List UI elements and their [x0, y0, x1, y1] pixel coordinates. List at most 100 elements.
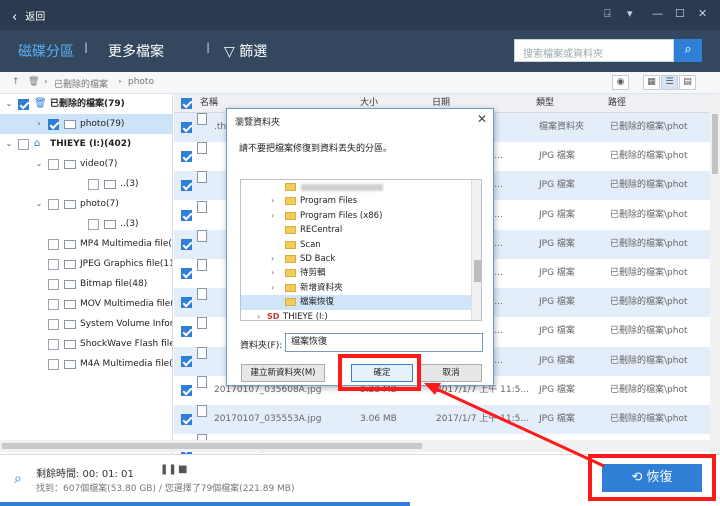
menu-icon[interactable]: ▾ [627, 7, 633, 20]
up-arrow-icon[interactable]: ↑ [12, 77, 20, 87]
chevron-down-icon[interactable]: ⌄ [34, 194, 44, 214]
grid-view-icon[interactable]: ▦ [643, 75, 660, 90]
tree-checkbox[interactable] [48, 199, 59, 210]
tree-item[interactable]: ShockWave Flash file(1 [0, 334, 172, 354]
chevron-down-icon[interactable]: ⌄ [4, 94, 14, 114]
dialog-tree-item[interactable] [241, 180, 471, 194]
dialog-tree-item[interactable]: › Program Files (x86) [241, 209, 471, 223]
tree-checkbox[interactable] [88, 179, 99, 190]
row-checkbox[interactable] [181, 326, 192, 338]
tab-disk-partition[interactable]: 磁碟分區 [18, 41, 74, 61]
stop-button[interactable]: ■ [178, 464, 187, 475]
dialog-tree-item[interactable]: › 新增資料夾 [241, 281, 471, 295]
row-checkbox[interactable] [181, 151, 192, 163]
scroll-thumb[interactable] [2, 443, 422, 449]
tree-checkbox[interactable] [48, 259, 59, 270]
dialog-tree-item[interactable]: › Program Files [241, 194, 471, 208]
row-checkbox[interactable] [181, 209, 192, 221]
detail-view-icon[interactable]: ▤ [679, 75, 696, 90]
tree-item[interactable]: ⌄ 🗑 已刪除的檔案(79) [0, 94, 172, 114]
tree-item[interactable]: › photo(79) [0, 114, 172, 134]
pause-button[interactable]: ❚❚ [160, 464, 177, 475]
tree-checkbox[interactable] [48, 239, 59, 250]
chevron-right-icon[interactable]: › [271, 281, 274, 295]
dialog-tree-item[interactable]: › 待剪輯 [241, 266, 471, 280]
maximize-button[interactable]: ☐ [675, 7, 685, 20]
tree-checkbox[interactable] [88, 219, 99, 230]
horizontal-scrollbar[interactable] [0, 440, 710, 452]
row-checkbox[interactable] [181, 268, 192, 279]
tree-item[interactable]: MOV Multimedia file(3 [0, 294, 172, 314]
row-checkbox[interactable] [181, 355, 192, 367]
vertical-scrollbar[interactable] [710, 94, 720, 454]
new-folder-button[interactable]: 建立新資料夾(M) [241, 364, 325, 382]
dialog-tree-item[interactable]: › SD Back [241, 252, 471, 266]
tree-checkbox[interactable] [48, 119, 59, 130]
tree-checkbox[interactable] [48, 299, 59, 310]
tree-checkbox[interactable] [18, 99, 29, 110]
chevron-right-icon[interactable]: › [34, 114, 44, 134]
row-checkbox[interactable] [181, 122, 192, 133]
tab-more-files[interactable]: 更多檔案 [108, 41, 164, 61]
breadcrumb-item-deleted[interactable]: 已刪除的檔案 [54, 77, 108, 90]
folder-field[interactable]: 檔案恢復 [285, 333, 483, 352]
tree-item[interactable]: JPEG Graphics file(112) [0, 254, 172, 274]
filter-button[interactable]: ▽ 篩選 [224, 41, 267, 61]
preview-eye-icon[interactable]: ◉ [612, 75, 629, 90]
row-checkbox[interactable] [181, 384, 192, 396]
dialog-tree-item[interactable]: Scan [241, 238, 471, 252]
tree-checkbox[interactable] [48, 359, 59, 370]
folder-field-label: 資料夾(F): [240, 341, 283, 351]
column-path[interactable]: 路徑 [608, 94, 626, 113]
dialog-title: 瀏覽資料夾 [235, 118, 281, 128]
tree-checkbox[interactable] [18, 139, 29, 150]
select-all-checkbox[interactable] [181, 98, 192, 109]
breadcrumb-item-photo[interactable]: photo [128, 77, 154, 87]
tree-item[interactable]: ..(3) [0, 214, 172, 234]
chevron-right-icon[interactable]: › [271, 209, 274, 223]
table-row[interactable]: 20170107_035553A.jpg 3.06 MB 2017/1/7 上午 1… [174, 405, 720, 434]
row-checkbox[interactable] [181, 297, 192, 309]
tree-checkbox[interactable] [48, 279, 59, 290]
dialog-scrollbar[interactable] [471, 180, 481, 320]
dialog-close-icon[interactable]: ✕ [477, 112, 487, 126]
list-view-icon[interactable]: ☰ [661, 75, 678, 90]
chevron-down-icon[interactable]: ⌄ [4, 134, 14, 154]
row-checkbox[interactable] [181, 180, 192, 192]
tree-item[interactable]: MP4 Multimedia file(38 [0, 234, 172, 254]
tree-checkbox[interactable] [48, 159, 59, 170]
share-icon[interactable]: ⍈ [604, 7, 611, 21]
search-input[interactable]: 搜索檔案或資料夾 [514, 39, 674, 62]
tree-item[interactable]: ⌄ ⌂ THIEYE (I:)(402) [0, 134, 172, 154]
tree-item[interactable]: M4A Multimedia file(1 [0, 354, 172, 374]
dialog-tree-item[interactable]: › SD THIEYE (I:) [241, 310, 471, 320]
chevron-right-icon[interactable]: › [271, 252, 274, 266]
dialog-tree-label: RECentral [300, 225, 343, 236]
scroll-thumb[interactable] [712, 114, 718, 174]
tree-item[interactable]: System Volume Inform [0, 314, 172, 334]
scroll-thumb[interactable] [474, 260, 481, 282]
chevron-down-icon[interactable]: ⌄ [34, 154, 44, 174]
tree-item[interactable]: Bitmap file(48) [0, 274, 172, 294]
minimize-button[interactable]: — [652, 7, 663, 20]
tree-checkbox[interactable] [48, 339, 59, 350]
column-name[interactable]: 名稱 [200, 94, 218, 113]
back-button[interactable]: ‹ 返回 [12, 8, 45, 25]
tree-item[interactable]: ⌄ video(7) [0, 154, 172, 174]
row-checkbox[interactable] [181, 414, 192, 425]
chevron-right-icon[interactable]: › [271, 266, 274, 280]
column-type[interactable]: 類型 [536, 94, 554, 113]
recover-button[interactable]: ⟲ 恢復 [602, 464, 702, 492]
tree-checkbox[interactable] [48, 319, 59, 330]
cancel-button[interactable]: 取消 [420, 364, 482, 382]
tree-item[interactable]: ⌄ photo(7) [0, 194, 172, 214]
chevron-right-icon[interactable]: › [257, 310, 260, 320]
tree-item[interactable]: ..(3) [0, 174, 172, 194]
search-button[interactable]: ⌕ [674, 39, 702, 62]
dialog-tree-item[interactable]: 檔案恢復 [241, 295, 471, 310]
row-checkbox[interactable] [181, 238, 192, 250]
filter-icon: ▽ [224, 44, 235, 60]
dialog-tree-item[interactable]: RECentral [241, 223, 471, 237]
chevron-right-icon[interactable]: › [271, 194, 274, 208]
close-button[interactable]: ✕ [698, 7, 707, 20]
